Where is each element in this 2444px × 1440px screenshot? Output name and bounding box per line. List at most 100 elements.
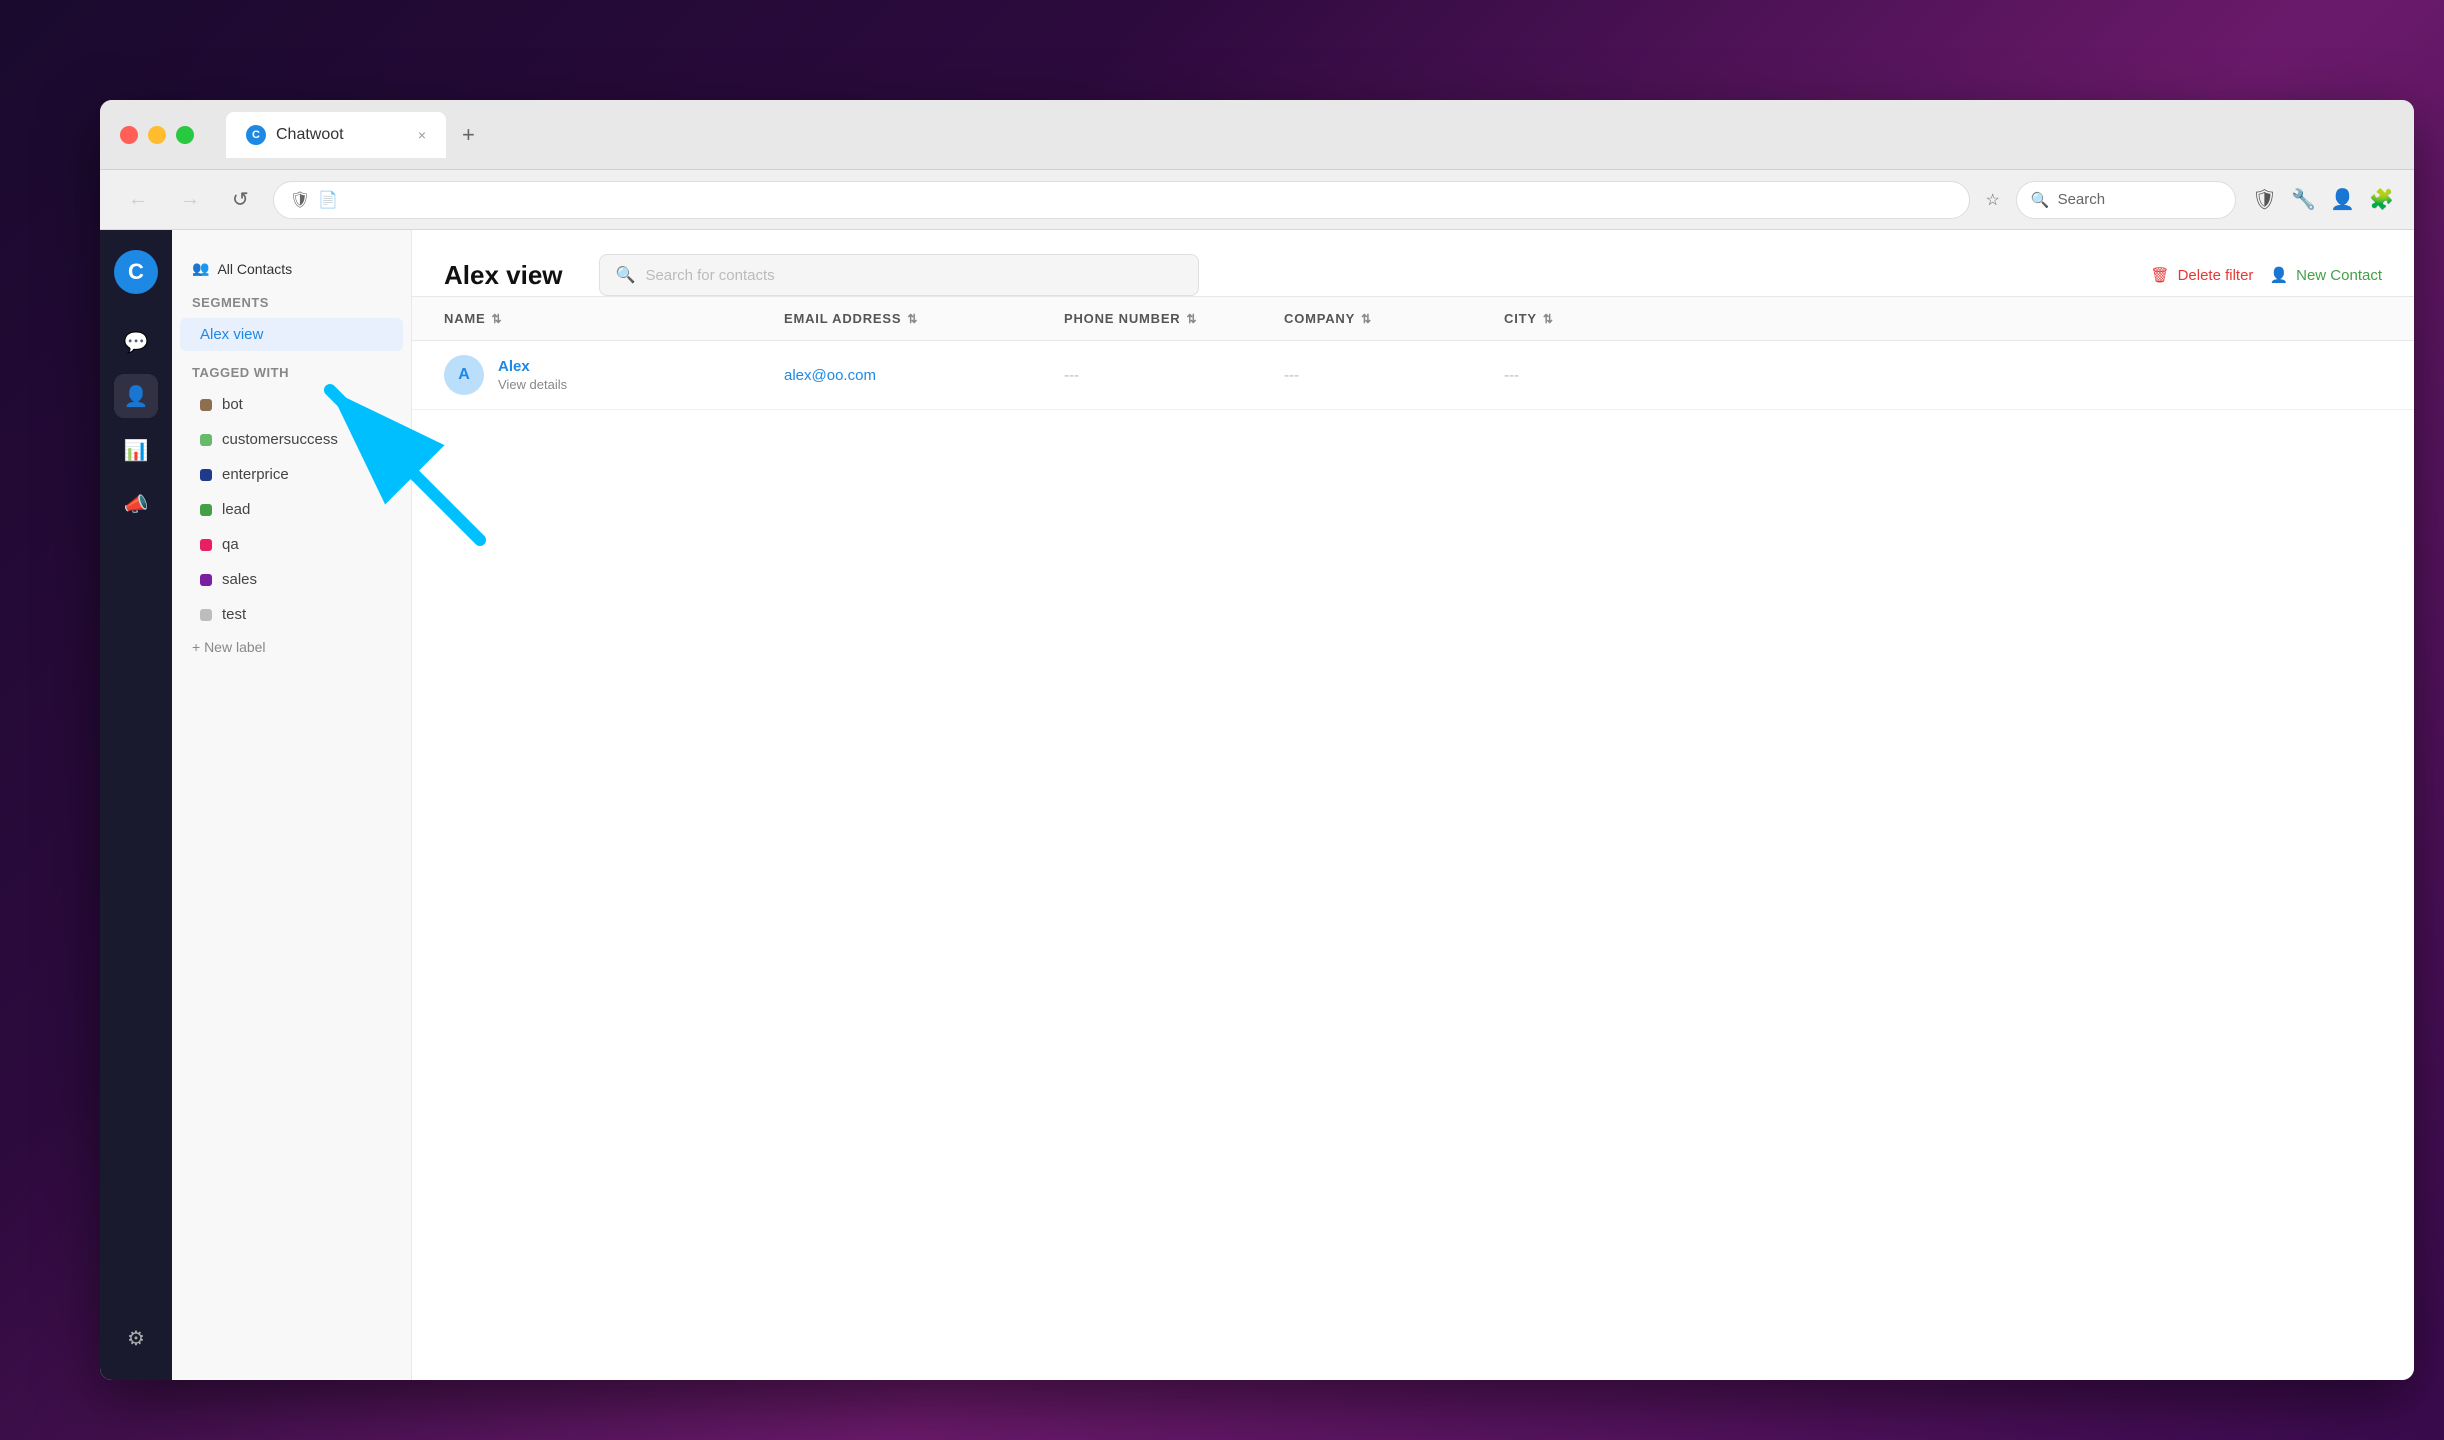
bot-label: bot [222,396,243,413]
new-contact-icon: 👤 [2269,266,2288,284]
tab-close-button[interactable]: × [418,127,426,143]
icon-sidebar: C 💬 👤 📊 📣 ⚙ [100,230,172,1380]
sidebar-item-test[interactable]: test [180,598,403,631]
close-traffic-light[interactable] [120,126,138,144]
refresh-button[interactable]: ↺ [224,183,257,216]
customersuccess-label: customersuccess [222,431,338,448]
contact-info: Alex View details [498,358,567,392]
contact-avatar: A [444,355,484,395]
table-row[interactable]: A Alex View details alex@oo.com --- --- … [412,341,2414,410]
app-logo[interactable]: C [114,250,158,294]
new-contact-button[interactable]: 👤 New Contact [2269,266,2382,284]
lead-label-dot [200,504,212,516]
page-title: Alex view [444,260,563,291]
nav-panel: 👥 All Contacts Segments Alex view Tagged… [172,230,412,1380]
sidebar-icon-contacts[interactable]: 👤 [114,374,158,418]
sidebar-icon-reports[interactable]: 📊 [114,428,158,472]
address-bar: ← → ↺ 🛡 📄 ☆ 🔍 Search 🛡 🔧 👤 🧩 [100,170,2414,230]
alex-view-label: Alex view [200,326,263,343]
enterprice-label: enterprice [222,466,289,483]
new-tab-button[interactable]: + [454,122,483,148]
contact-company-cell: --- [1284,367,1504,384]
tab-title: Chatwoot [276,126,344,144]
forward-button[interactable]: → [172,184,208,215]
tab-favicon: C [246,125,266,145]
star-icon[interactable]: ☆ [1986,190,2000,210]
sales-label: sales [222,571,257,588]
col-header-company: COMPANY ⇅ [1284,311,1504,326]
contact-city-cell: --- [1504,367,1664,384]
sidebar-icon-campaigns[interactable]: 📣 [114,482,158,526]
app-content: C 💬 👤 📊 📣 ⚙ 👥 All Contacts Segments Alex… [100,230,2414,1380]
sidebar-icon-chat[interactable]: 💬 [114,320,158,364]
header-actions: 🗑 Delete filter 👤 New Contact [2151,266,2382,284]
search-contacts-placeholder: Search for contacts [645,267,774,284]
delete-filter-button[interactable]: 🗑 Delete filter [2151,266,2254,284]
customersuccess-label-dot [200,434,212,446]
view-details-link[interactable]: View details [498,377,567,392]
back-button[interactable]: ← [120,184,156,215]
sidebar-item-bot[interactable]: bot [180,388,403,421]
test-label-dot [200,609,212,621]
search-contacts-bar[interactable]: 🔍 Search for contacts [599,254,1199,296]
sidebar-item-customersuccess[interactable]: customersuccess [180,423,403,456]
col-header-name: NAME ⇅ [444,311,784,326]
sidebar-item-alex-view[interactable]: Alex view [180,318,403,351]
contact-email-cell[interactable]: alex@oo.com [784,367,1064,384]
sales-label-dot [200,574,212,586]
enterprice-label-dot [200,469,212,481]
city-sort-icon[interactable]: ⇅ [1543,312,1554,326]
main-panel: Alex view 🔍 Search for contacts 🗑 Delete… [412,230,2414,1380]
contacts-table: NAME ⇅ EMAIL ADDRESS ⇅ PHONE NUMBER ⇅ CO… [412,297,2414,1380]
shield-toolbar-icon[interactable]: 🛡 [2252,187,2277,212]
contact-phone-cell: --- [1064,367,1284,384]
maximize-traffic-light[interactable] [176,126,194,144]
sidebar-item-enterprice[interactable]: enterprice [180,458,403,491]
col-header-email: EMAIL ADDRESS ⇅ [784,311,1064,326]
doc-icon: 📄 [318,190,338,210]
qa-label-dot [200,539,212,551]
main-header: Alex view 🔍 Search for contacts 🗑 Delete… [412,230,2414,297]
name-sort-icon[interactable]: ⇅ [491,312,502,326]
shield-icon: 🛡 [290,190,310,210]
minimize-traffic-light[interactable] [148,126,166,144]
search-placeholder-text: Search [2058,191,2106,208]
col-header-phone: PHONE NUMBER ⇅ [1064,311,1284,326]
url-icons: 🛡 📄 [290,190,338,210]
all-contacts-link[interactable]: 👥 All Contacts [172,254,411,283]
title-bar: C Chatwoot × + [100,100,2414,170]
wrench-icon[interactable]: 🔧 [2291,187,2316,212]
sidebar-icon-settings[interactable]: ⚙ [114,1316,158,1360]
browser-search-bar[interactable]: 🔍 Search [2016,181,2236,219]
search-icon: 🔍 [2031,191,2050,209]
bot-label-dot [200,399,212,411]
email-sort-icon[interactable]: ⇅ [907,312,918,326]
sidebar-item-lead[interactable]: lead [180,493,403,526]
sidebar-item-qa[interactable]: qa [180,528,403,561]
traffic-lights [120,126,194,144]
search-contacts-icon: 🔍 [616,265,636,285]
tab-bar: C Chatwoot × + [226,112,483,158]
lead-label: lead [222,501,250,518]
url-bar[interactable]: 🛡 📄 [273,181,1970,219]
table-header: NAME ⇅ EMAIL ADDRESS ⇅ PHONE NUMBER ⇅ CO… [412,297,2414,341]
delete-filter-label: Delete filter [2178,267,2254,284]
new-contact-label: New Contact [2296,267,2382,284]
sidebar-item-sales[interactable]: sales [180,563,403,596]
profile-icon[interactable]: 👤 [2330,187,2355,212]
segments-section-title: Segments [172,283,411,316]
company-sort-icon[interactable]: ⇅ [1361,312,1372,326]
new-label-button[interactable]: + New label [172,633,411,661]
delete-filter-icon: 🗑 [2151,266,2170,284]
all-contacts-label: All Contacts [217,261,292,277]
contact-name-link[interactable]: Alex [498,358,567,375]
test-label: test [222,606,246,623]
phone-sort-icon[interactable]: ⇅ [1187,312,1198,326]
contacts-nav-icon: 👥 [192,260,209,277]
extension-icon[interactable]: 🧩 [2369,187,2394,212]
contact-name-cell: A Alex View details [444,355,784,395]
col-header-city: CITY ⇅ [1504,311,1664,326]
tagged-with-section-title: Tagged with [172,353,411,386]
browser-toolbar: 🛡 🔧 👤 🧩 [2252,187,2394,212]
browser-tab[interactable]: C Chatwoot × [226,112,446,158]
